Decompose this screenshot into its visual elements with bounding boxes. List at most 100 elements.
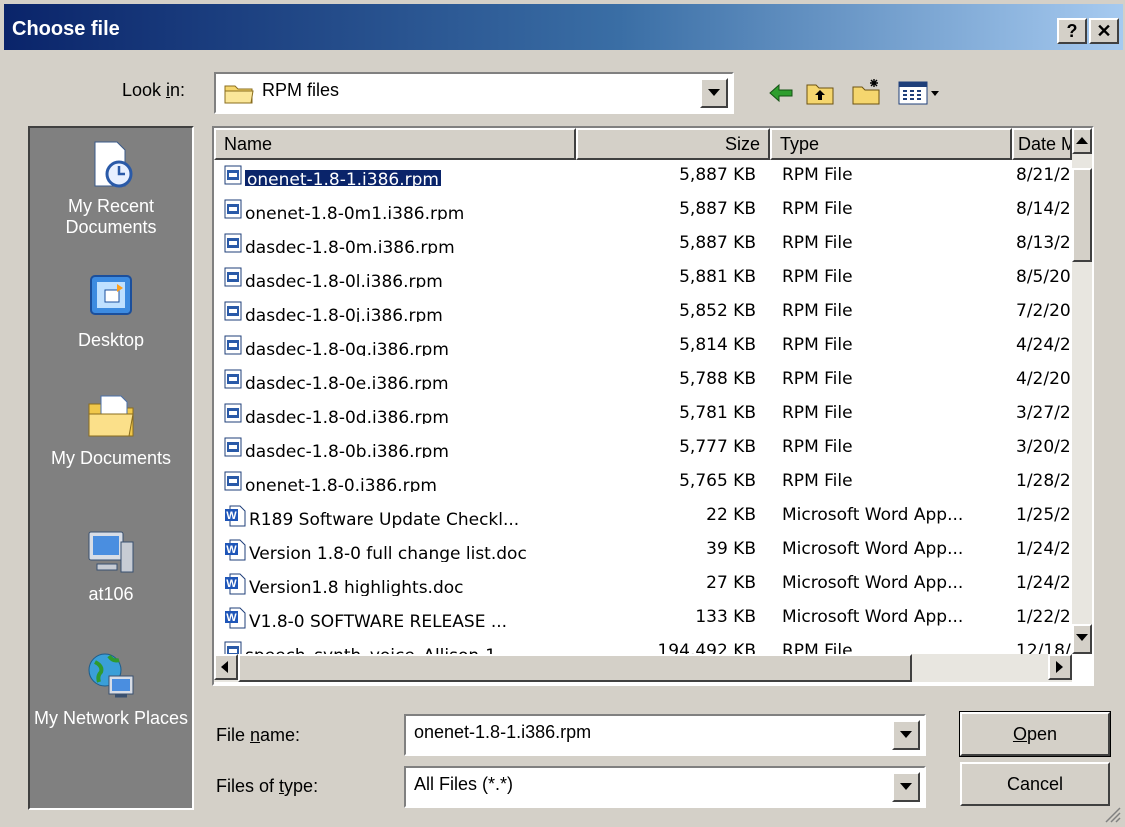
svg-text:W: W	[226, 612, 237, 624]
place-label: Desktop	[77, 330, 145, 350]
file-name-cell: dasdec-1.8-0l.i386.rpm	[224, 267, 574, 288]
rpm-file-icon	[224, 165, 242, 185]
file-size-cell: 5,814 KB	[679, 335, 756, 355]
column-header-name[interactable]: Name	[214, 128, 576, 160]
open-button[interactable]: Open	[959, 711, 1111, 757]
file-size-cell: 5,887 KB	[679, 165, 756, 185]
file-name-cell: dasdec-1.8-0g.i386.rpm	[224, 335, 574, 356]
file-date-cell: 8/21/2	[1016, 165, 1071, 185]
file-name-input[interactable]: onenet-1.8-1.i386.rpm	[414, 722, 591, 743]
file-row[interactable]: onenet-1.8-0m1.i386.rpm 5,887 KB RPM File 8…	[214, 194, 1072, 228]
file-row[interactable]: dasdec-1.8-0d.i386.rpm 5,781 KB RPM File 3/…	[214, 398, 1072, 432]
desktop-icon	[90, 275, 132, 315]
file-name-cell: W Version 1.8-0 full change list.doc	[224, 539, 574, 562]
file-name-cell: dasdec-1.8-0j.i386.rpm	[224, 301, 574, 322]
scroll-right-button[interactable]	[1048, 654, 1072, 680]
file-row[interactable]: dasdec-1.8-0m.i386.rpm 5,887 KB RPM File 8/…	[214, 228, 1072, 262]
file-date-cell: 3/20/2	[1016, 437, 1071, 457]
close-button[interactable]: ✕	[1089, 18, 1119, 44]
place-at106[interactable]: at106	[30, 524, 192, 605]
recent-documents-icon	[94, 141, 133, 188]
file-date-cell: 4/2/20	[1016, 369, 1071, 389]
file-row[interactable]: W V1.8-0 SOFTWARE RELEASE ... 133 KB Micros…	[214, 602, 1072, 636]
file-row[interactable]: W Version 1.8-0 full change list.doc 39 KB…	[214, 534, 1072, 568]
file-row[interactable]: dasdec-1.8-0e.i386.rpm 5,788 KB RPM File 4/…	[214, 364, 1072, 398]
choose-file-dialog: Choose file ? ✕ Look in: RPM files My Re…	[0, 0, 1125, 827]
column-header-size[interactable]: Size	[576, 128, 770, 160]
place-my-recent-documents[interactable]: My Recent Documents	[30, 136, 192, 238]
cancel-button[interactable]: Cancel	[960, 762, 1110, 806]
horizontal-scrollbar[interactable]	[214, 654, 1072, 682]
up-folder-icon[interactable]	[806, 80, 834, 106]
file-row[interactable]: onenet-1.8-1.i386.rpm 5,887 KB RPM File 8/2…	[214, 160, 1072, 194]
file-name-combo[interactable]: onenet-1.8-1.i386.rpm	[404, 714, 926, 756]
file-list: Name Size Type Date M onenet-1.8-1.i386.…	[212, 126, 1094, 686]
file-name-text: Version1.8 highlights.doc	[249, 578, 464, 596]
file-row[interactable]: speech_synth_voice_Allison-1... 194,492 K…	[214, 636, 1072, 654]
rpm-file-icon	[224, 301, 242, 321]
file-name-text: Version 1.8-0 full change list.doc	[249, 544, 527, 562]
vertical-scroll-thumb[interactable]	[1072, 168, 1092, 262]
file-row[interactable]: dasdec-1.8-0l.i386.rpm 5,881 KB RPM File 8/…	[214, 262, 1072, 296]
place-label: My Recent Documents	[65, 196, 157, 237]
file-row[interactable]: dasdec-1.8-0j.i386.rpm 5,852 KB RPM File 7/…	[214, 296, 1072, 330]
file-type-cell: RPM File	[782, 335, 853, 355]
file-name-text: V1.8-0 SOFTWARE RELEASE ...	[249, 612, 508, 630]
file-type-cell: RPM File	[782, 641, 853, 654]
rpm-file-icon	[224, 199, 242, 219]
file-name-cell: dasdec-1.8-0m.i386.rpm	[224, 233, 574, 254]
file-type-value: All Files (*.*)	[414, 774, 514, 794]
file-date-cell: 1/22/2	[1016, 607, 1071, 627]
look-in-dropdown-button[interactable]	[700, 78, 728, 108]
file-size-cell: 5,881 KB	[679, 267, 756, 287]
horizontal-scroll-thumb[interactable]	[238, 654, 912, 682]
rpm-file-icon	[224, 369, 242, 389]
file-row[interactable]: W Version1.8 highlights.doc 27 KB Microsoft…	[214, 568, 1072, 602]
file-name-text: dasdec-1.8-0g.i386.rpm	[245, 340, 449, 356]
file-size-cell: 22 KB	[706, 505, 756, 525]
help-button[interactable]: ?	[1057, 18, 1087, 44]
back-arrow-icon[interactable]	[768, 83, 794, 103]
rpm-file-icon	[224, 471, 242, 491]
place-desktop[interactable]: Desktop	[30, 270, 192, 351]
file-row[interactable]: W R189 Software Update Checkl... 22 KB Micr…	[214, 500, 1072, 534]
file-size-cell: 194,492 KB	[657, 641, 756, 654]
file-type-cell: RPM File	[782, 233, 853, 253]
new-folder-icon[interactable]	[852, 78, 882, 106]
file-size-cell: 27 KB	[706, 573, 756, 593]
file-type-combo[interactable]: All Files (*.*)	[404, 766, 926, 808]
file-date-cell: 12/18/	[1016, 641, 1071, 654]
file-name-dropdown-button[interactable]	[892, 720, 920, 750]
file-row[interactable]: dasdec-1.8-0g.i386.rpm 5,814 KB RPM File 4/…	[214, 330, 1072, 364]
file-type-label: Files of type:	[216, 776, 319, 796]
file-name-label: File name:	[216, 725, 301, 745]
column-header-type[interactable]: Type	[770, 128, 1012, 160]
resize-grip-icon[interactable]	[1103, 805, 1121, 823]
column-header-date[interactable]: Date M	[1012, 128, 1072, 160]
file-name-text: dasdec-1.8-0m.i386.rpm	[245, 238, 455, 254]
file-size-cell: 5,765 KB	[679, 471, 756, 491]
file-type-cell: RPM File	[782, 437, 853, 457]
scroll-down-button[interactable]	[1072, 624, 1092, 654]
title-bar[interactable]: Choose file ? ✕	[4, 4, 1123, 50]
vertical-scrollbar[interactable]	[1072, 128, 1092, 654]
file-type-dropdown-button[interactable]	[892, 772, 920, 802]
network-places-icon	[88, 653, 134, 698]
place-my-documents[interactable]: My Documents	[30, 388, 192, 469]
word-document-icon: W	[225, 539, 246, 561]
rpm-file-icon	[224, 641, 242, 654]
scroll-left-button[interactable]	[214, 654, 238, 680]
file-type-cell: RPM File	[782, 403, 853, 423]
file-name-cell: W Version1.8 highlights.doc	[224, 573, 574, 596]
look-in-combo[interactable]: RPM files	[214, 72, 734, 114]
look-in-value: RPM files	[262, 80, 340, 100]
place-my-network-places[interactable]: My Network Places	[30, 648, 192, 729]
views-menu-icon[interactable]	[898, 80, 942, 106]
rpm-file-icon	[224, 437, 242, 457]
scroll-up-button[interactable]	[1072, 128, 1092, 154]
word-document-icon: W	[225, 607, 246, 629]
file-type-cell: Microsoft Word App...	[782, 607, 964, 627]
file-row[interactable]: onenet-1.8-0.i386.rpm 5,765 KB RPM File 1/2…	[214, 466, 1072, 500]
file-size-cell: 5,887 KB	[679, 233, 756, 253]
file-row[interactable]: dasdec-1.8-0b.i386.rpm 5,777 KB RPM File 3/…	[214, 432, 1072, 466]
